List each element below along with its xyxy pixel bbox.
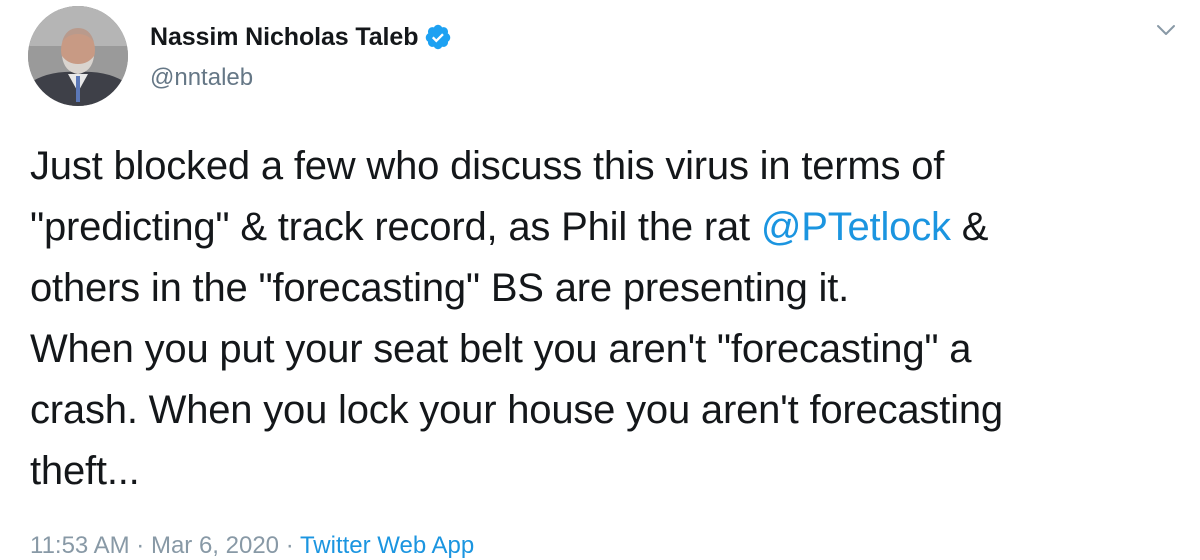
meta-separator: · [129,532,151,559]
tweet-text-segment: "predicting" & track record, as Phil the… [30,205,761,249]
tweet-text-line: crash. When you lock your house you aren… [30,388,1003,432]
author-display-name[interactable]: Nassim Nicholas Taleb [150,23,418,52]
tweet-text-line: theft... [30,449,140,493]
profile-photo [28,6,128,106]
tweet-text: Just blocked a few who discuss this viru… [30,136,1190,502]
mention-link[interactable]: @PTetlock [761,205,951,249]
tweet-source-link[interactable]: Twitter Web App [300,532,474,559]
tweet-text-segment: & [950,205,989,249]
author-name-row[interactable]: Nassim Nicholas Taleb [150,20,452,54]
chevron-down-icon[interactable] [1154,18,1178,42]
tweet-time[interactable]: 11:53 AM [30,532,130,559]
meta-separator: · [279,532,300,559]
tweet-text-line: When you put your seat belt you aren't "… [30,327,972,371]
tweet-date[interactable]: Mar 6, 2020 [151,532,279,559]
author-handle[interactable]: @nntaleb [150,64,253,92]
tweet-metadata: 11:53 AM · Mar 6, 2020 · Twitter Web App [30,532,474,560]
tweet-text-line: Just blocked a few who discuss this viru… [30,144,945,188]
tweet-card: Nassim Nicholas Taleb @nntaleb Just bloc… [0,0,1200,559]
tweet-text-line: "predicting" & track record, as Phil the… [30,197,1190,258]
tweet-text-line: others in the "forecasting" BS are prese… [30,266,850,310]
avatar[interactable] [28,6,128,106]
verified-badge-icon [424,23,452,51]
